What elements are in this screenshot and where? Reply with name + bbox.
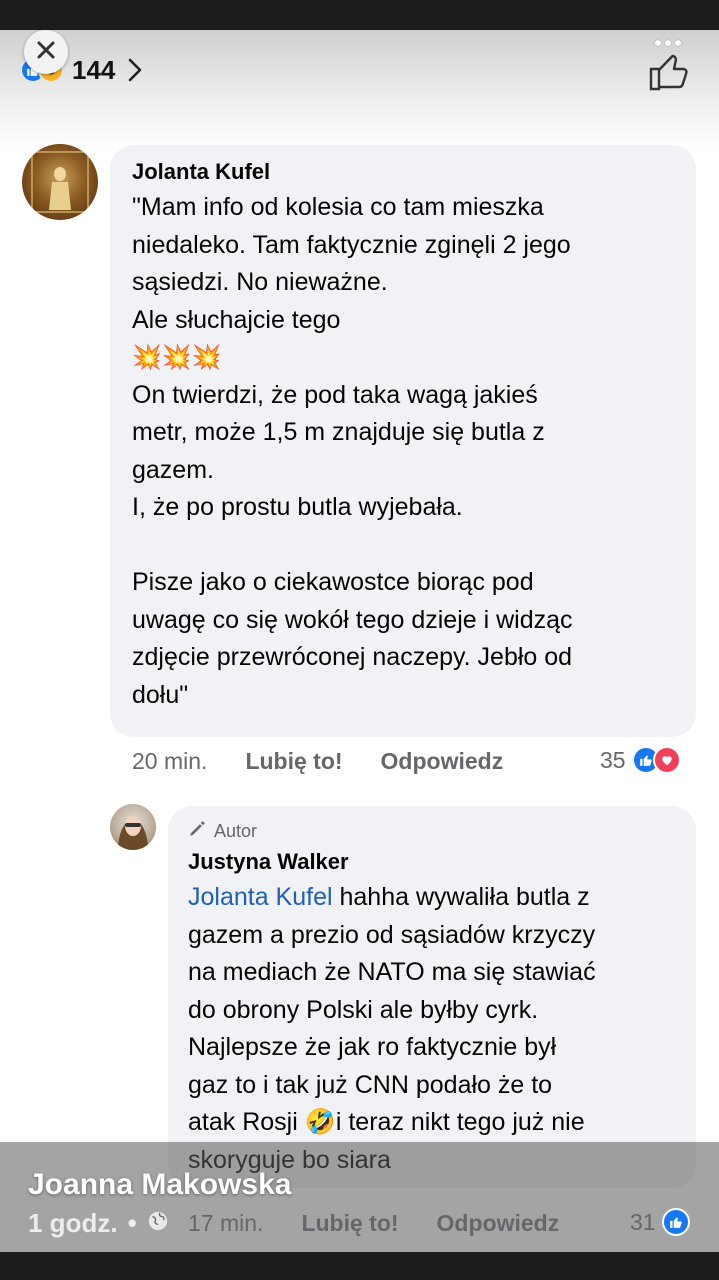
author-badge-label: Autor <box>214 821 258 841</box>
comment-text: "Mam info od kolesia co tam mieszka nied… <box>132 193 573 709</box>
status-bar-area <box>0 0 719 30</box>
close-button[interactable] <box>24 30 68 74</box>
reply-button[interactable]: Odpowiedz <box>437 1210 560 1237</box>
comment-bubble-2: Autor Justyna Walker Jolanta Kufel hahha… <box>168 806 696 1188</box>
separator-dot: • <box>127 1208 137 1238</box>
comment-actions-1: 20 min. Lubię to! Odpowiedz <box>132 748 503 775</box>
like-post-icon[interactable] <box>648 52 690 97</box>
avatar-justyna-walker[interactable] <box>110 804 156 850</box>
love-icon <box>652 746 681 774</box>
like-comment-button[interactable]: Lubię to! <box>245 748 342 775</box>
navigation-bar-area <box>0 1252 719 1280</box>
comment-time: 20 min. <box>132 748 208 774</box>
more-options-icon[interactable] <box>655 40 681 46</box>
like-icon <box>661 1208 690 1236</box>
story-time: 1 godz. <box>28 1208 118 1238</box>
pencil-icon <box>188 820 206 843</box>
comment-time: 17 min. <box>188 1210 264 1236</box>
comments-screen: 144 Jolanta Kufel "Mam info od kolesia c… <box>0 30 719 1252</box>
globe-icon <box>147 1208 169 1239</box>
avatar-jolanta-kufel[interactable] <box>22 144 98 220</box>
comment-text: Jolanta Kufel hahha wywaliła butla z gaz… <box>188 883 596 1174</box>
comment-reactions-2[interactable]: 31 <box>630 1208 690 1236</box>
comment-author[interactable]: Justyna Walker <box>188 849 676 875</box>
comment-reaction-count: 31 <box>630 1208 656 1235</box>
reaction-count: 144 <box>72 54 116 85</box>
rofl-emoji: 🤣 <box>304 1108 336 1136</box>
comment-reactions-1[interactable]: 35 <box>600 746 681 774</box>
reply-button[interactable]: Odpowiedz <box>381 748 504 775</box>
like-comment-button[interactable]: Lubię to! <box>301 1210 398 1237</box>
story-author-name[interactable]: Joanna Makowska <box>28 1168 291 1202</box>
story-meta: 1 godz. • <box>28 1208 169 1239</box>
comment-reaction-count: 35 <box>600 746 626 773</box>
author-badge: Autor <box>188 820 676 843</box>
chevron-right-icon <box>127 57 143 83</box>
comment-author[interactable]: Jolanta Kufel <box>132 159 672 185</box>
comment-bubble-1: Jolanta Kufel "Mam info od kolesia co ta… <box>110 145 696 737</box>
explosion-emoji: 💥💥💥 <box>132 344 222 371</box>
comment-actions-2: 17 min. Lubię to! Odpowiedz <box>188 1210 559 1237</box>
mention-link[interactable]: Jolanta Kufel <box>188 883 333 911</box>
close-icon <box>35 39 57 66</box>
